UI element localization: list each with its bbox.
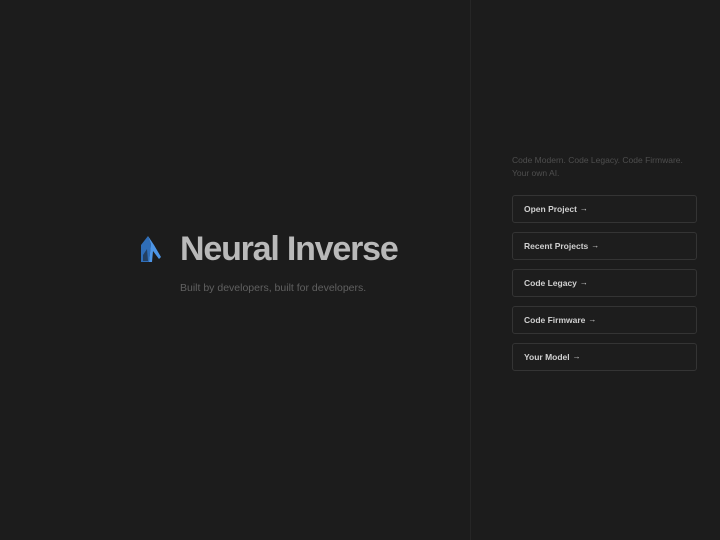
arrow-right-icon: → bbox=[579, 204, 588, 213]
code-firmware-button[interactable]: Code Firmware → bbox=[512, 306, 697, 334]
arrow-right-icon: → bbox=[591, 241, 600, 250]
quick-actions-list: Open Project → Recent Projects → Code Le… bbox=[512, 195, 697, 380]
open-project-button[interactable]: Open Project → bbox=[512, 195, 697, 223]
arrow-right-icon: → bbox=[572, 352, 581, 361]
brand-header: Neural Inverse bbox=[138, 228, 399, 270]
code-firmware-label: Code Firmware bbox=[524, 315, 586, 325]
neural-inverse-logo-icon bbox=[141, 236, 161, 262]
code-legacy-button[interactable]: Code Legacy → bbox=[512, 269, 697, 297]
open-project-label: Open Project bbox=[524, 204, 577, 214]
welcome-screen: Neural Inverse Built by developers, buil… bbox=[0, 0, 720, 540]
your-model-button[interactable]: Your Model → bbox=[512, 343, 697, 371]
intro-line-2: Your own AI. bbox=[512, 168, 560, 178]
product-name: Neural Inverse bbox=[180, 230, 399, 268]
code-legacy-label: Code Legacy bbox=[524, 278, 577, 288]
intro-line-1: Code Modern. Code Legacy. Code Firmware. bbox=[512, 155, 683, 165]
arrow-right-icon: → bbox=[579, 278, 588, 287]
recent-projects-label: Recent Projects bbox=[524, 241, 589, 251]
welcome-intro: Code Modern. Code Legacy. Code Firmware.… bbox=[512, 154, 702, 180]
your-model-label: Your Model bbox=[524, 352, 570, 362]
arrow-right-icon: → bbox=[588, 315, 597, 324]
product-tagline: Built by developers, built for developer… bbox=[180, 282, 367, 294]
brand-panel: Neural Inverse Built by developers, buil… bbox=[0, 0, 470, 540]
recent-projects-button[interactable]: Recent Projects → bbox=[512, 232, 697, 260]
